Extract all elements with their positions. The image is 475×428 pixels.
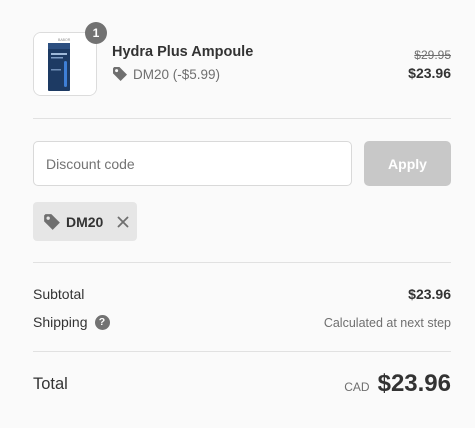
divider [33, 351, 451, 352]
shipping-value: Calculated at next step [323, 316, 451, 330]
quantity-badge: 1 [85, 22, 107, 44]
subtotal-value: $23.96 [408, 286, 451, 302]
product-discount: DM20 (-$5.99) [112, 66, 220, 82]
shipping-label: Shipping [33, 314, 88, 330]
divider [33, 118, 451, 119]
currency-code: CAD [344, 380, 370, 394]
help-icon[interactable]: ? [94, 314, 110, 330]
order-summary: BABOR 1 Hydra Plus Ampoule DM20 (-$5.99)… [0, 0, 475, 428]
applied-discount-chip: DM20 [33, 202, 137, 241]
shipping-label-row: Shipping ? [33, 314, 110, 330]
tag-icon [44, 213, 60, 230]
original-price: $29.95 [414, 48, 451, 62]
product-discount-text: DM20 (-$5.99) [133, 66, 221, 82]
close-icon [117, 216, 129, 227]
ampoule-product-image: BABOR [34, 33, 96, 95]
total-label: Total [33, 375, 68, 393]
divider [33, 262, 451, 263]
apply-button[interactable]: Apply [364, 141, 451, 186]
remove-discount-button[interactable] [117, 216, 129, 228]
applied-code-label: DM20 [66, 213, 104, 230]
svg-text:BABOR: BABOR [58, 38, 71, 42]
product-line-item: BABOR 1 Hydra Plus Ampoule DM20 (-$5.99)… [33, 22, 451, 96]
subtotal-label: Subtotal [33, 286, 85, 302]
tag-icon [113, 67, 127, 81]
product-name: Hydra Plus Ampoule [112, 44, 254, 60]
product-price: $23.96 [408, 65, 451, 81]
discount-code-input[interactable] [33, 141, 352, 186]
total-amount: CAD $23.96 [344, 370, 451, 398]
total-value: $23.96 [377, 370, 451, 397]
product-thumbnail: BABOR [33, 32, 97, 96]
